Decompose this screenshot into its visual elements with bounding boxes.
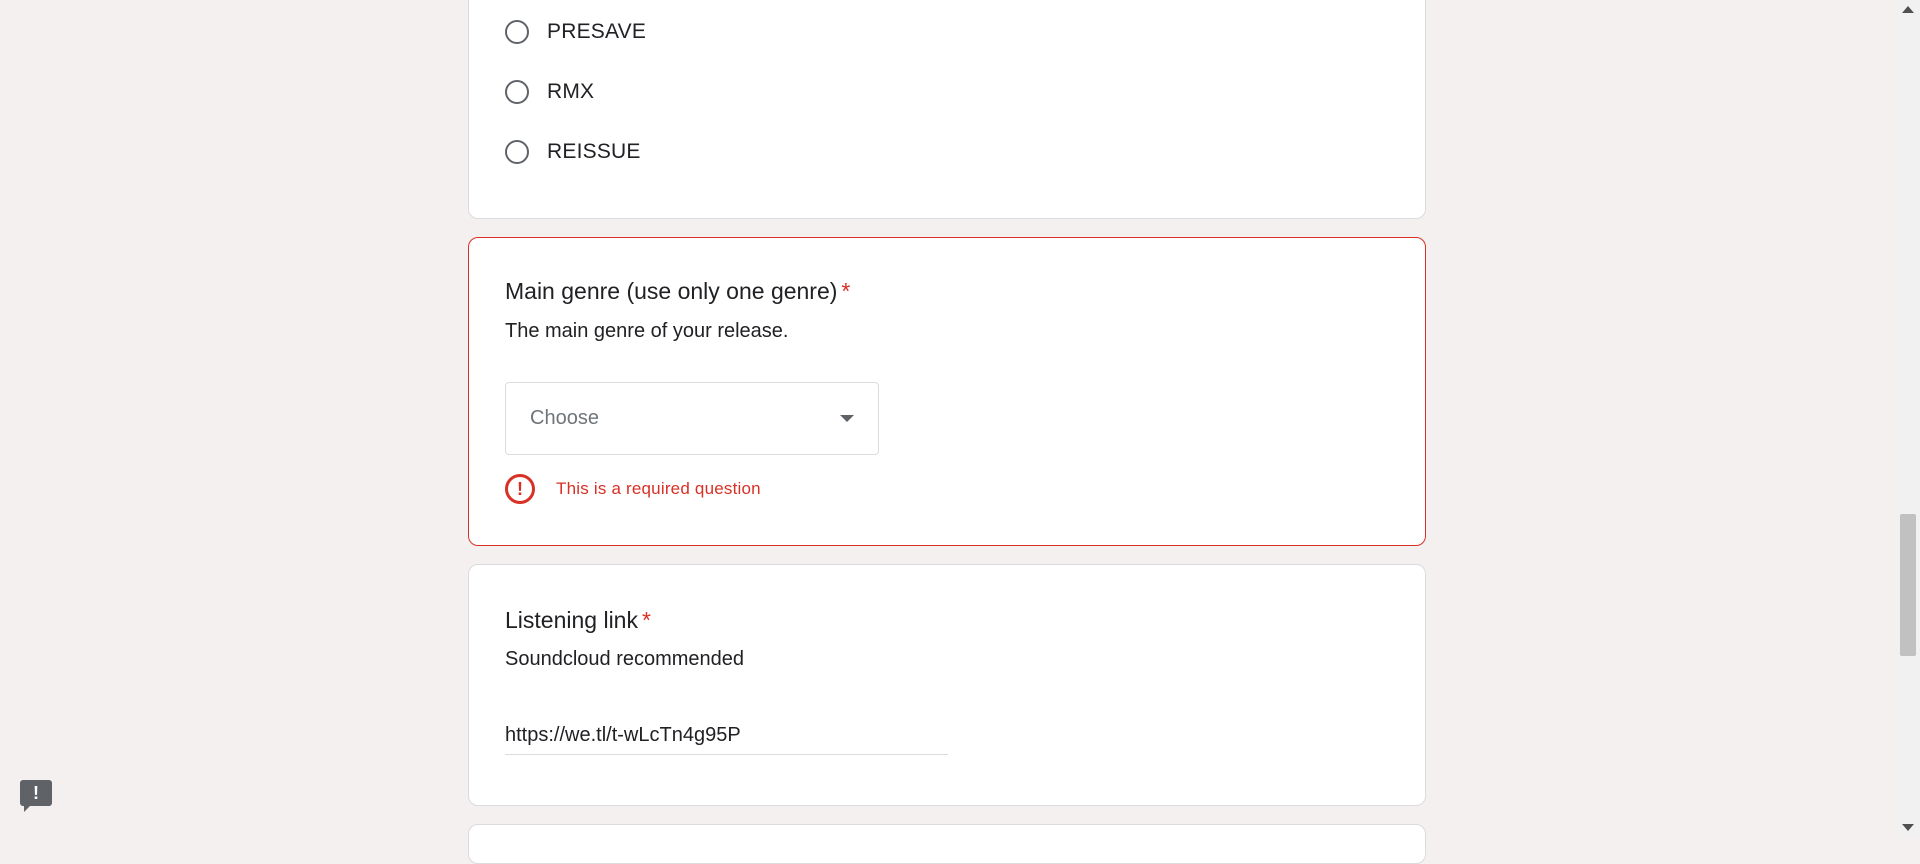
dropdown-value: Choose: [530, 407, 599, 429]
release-type-card: PRESAVE RMX REISSUE: [468, 0, 1426, 219]
question-title-text: Main genre (use only one genre): [505, 278, 838, 304]
question-title-text: Listening link: [505, 607, 638, 633]
genre-dropdown[interactable]: Choose: [505, 382, 879, 455]
dropdown-arrow-icon: [840, 415, 854, 422]
listening-link-card: Listening link * Soundcloud recommended: [468, 564, 1426, 806]
required-asterisk: *: [841, 278, 851, 304]
radio-circle-icon[interactable]: [505, 140, 529, 164]
error-message: ! This is a required question: [505, 474, 761, 504]
next-question-card: [468, 824, 1426, 864]
scroll-up-arrow-icon[interactable]: [1902, 6, 1914, 13]
feedback-icon: !: [20, 780, 52, 806]
radio-option-reissue[interactable]: REISSUE: [505, 134, 641, 170]
error-icon: !: [505, 474, 535, 504]
radio-circle-icon[interactable]: [505, 80, 529, 104]
question-description: Soundcloud recommended: [505, 648, 745, 670]
listening-link-input[interactable]: [505, 717, 948, 755]
main-genre-card: Main genre (use only one genre) * The mai…: [468, 237, 1426, 546]
error-text: This is a required question: [556, 479, 761, 498]
radio-label: PRESAVE: [547, 20, 647, 43]
radio-option-presave[interactable]: PRESAVE: [505, 14, 646, 50]
scroll-thumb[interactable]: [1900, 514, 1916, 656]
radio-label: RMX: [547, 80, 595, 103]
feedback-button[interactable]: !: [20, 780, 52, 812]
required-asterisk: *: [641, 607, 651, 633]
radio-option-rmx[interactable]: RMX: [505, 74, 594, 110]
page-scrollbar[interactable]: [1896, 0, 1920, 837]
question-title: Listening link *: [505, 607, 651, 634]
feedback-icon-tail: [24, 804, 32, 812]
radio-circle-icon[interactable]: [505, 20, 529, 44]
question-description: The main genre of your release.: [505, 320, 789, 342]
radio-label: REISSUE: [547, 140, 641, 163]
scroll-down-arrow-icon[interactable]: [1902, 824, 1914, 831]
question-title: Main genre (use only one genre) *: [505, 278, 850, 305]
